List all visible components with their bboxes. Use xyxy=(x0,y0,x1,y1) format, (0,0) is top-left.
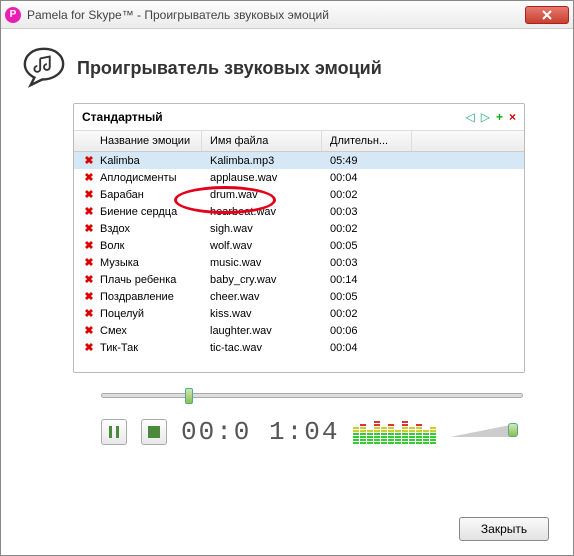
stop-button[interactable] xyxy=(141,419,167,445)
sound-list-panel: Стандартный ◁ ▷ + × Название эмоции Имя … xyxy=(73,103,525,373)
cell-duration: 00:05 xyxy=(330,240,410,252)
cell-name: Плачь ребенка xyxy=(100,274,210,286)
delete-icon[interactable]: ✖ xyxy=(82,154,96,167)
delete-icon[interactable]: ✖ xyxy=(82,256,96,269)
cell-file: sigh.wav xyxy=(210,223,330,235)
window-close-button[interactable] xyxy=(525,6,569,24)
cell-duration: 00:04 xyxy=(330,172,410,184)
cell-file: hearbeat.wav xyxy=(210,206,330,218)
page-title: Проигрыватель звуковых эмоций xyxy=(77,58,382,79)
time-display: 00:0 1:04 xyxy=(181,417,339,447)
column-duration[interactable]: Длительн... xyxy=(322,131,412,151)
cell-name: Музыка xyxy=(100,257,210,269)
table-row[interactable]: ✖ Волкwolf.wav00:05 xyxy=(74,237,524,254)
cell-file: wolf.wav xyxy=(210,240,330,252)
cell-file: tic-tac.wav xyxy=(210,342,330,354)
table-row[interactable]: ✖ Смехlaughter.wav00:06 xyxy=(74,322,524,339)
delete-icon[interactable]: ✖ xyxy=(82,239,96,252)
add-button[interactable]: + xyxy=(496,110,503,124)
column-name[interactable]: Название эмоции xyxy=(74,131,202,151)
cell-duration: 00:03 xyxy=(330,206,410,218)
cell-name: Аплодисменты xyxy=(100,172,210,184)
equalizer xyxy=(353,420,436,444)
delete-icon[interactable]: ✖ xyxy=(82,188,96,201)
cell-name: Вздох xyxy=(100,223,210,235)
cell-name: Биение сердца xyxy=(100,206,210,218)
cell-file: applause.wav xyxy=(210,172,330,184)
pause-button[interactable] xyxy=(101,419,127,445)
table-row[interactable]: ✖ Поцелуйkiss.wav00:02 xyxy=(74,305,524,322)
remove-button[interactable]: × xyxy=(509,110,516,124)
close-icon xyxy=(542,10,552,20)
cell-duration: 00:14 xyxy=(330,274,410,286)
footer: Закрыть xyxy=(459,517,549,541)
player-controls: 00:0 1:04 xyxy=(101,417,553,447)
column-file[interactable]: Имя файла xyxy=(202,131,322,151)
delete-icon[interactable]: ✖ xyxy=(82,341,96,354)
tab-name: Стандартный xyxy=(82,110,466,124)
next-arrow-icon[interactable]: ▷ xyxy=(481,110,490,124)
delete-icon[interactable]: ✖ xyxy=(82,222,96,235)
header: Проигрыватель звуковых эмоций xyxy=(21,45,553,91)
cell-name: Тик-Так xyxy=(100,342,210,354)
cell-file: music.wav xyxy=(210,257,330,269)
cell-duration: 00:02 xyxy=(330,308,410,320)
cell-duration: 05:49 xyxy=(330,155,410,167)
panel-toolbar: Стандартный ◁ ▷ + × xyxy=(74,104,524,131)
delete-icon[interactable]: ✖ xyxy=(82,273,96,286)
volume-slider[interactable] xyxy=(450,425,520,439)
volume-thumb[interactable] xyxy=(508,423,518,437)
cell-name: Смех xyxy=(100,325,210,337)
app-window: P Pamela for Skype™ - Проигрыватель звук… xyxy=(0,0,574,556)
table-row[interactable]: ✖ Аплодисментыapplause.wav00:04 xyxy=(74,169,524,186)
cell-duration: 00:06 xyxy=(330,325,410,337)
close-button[interactable]: Закрыть xyxy=(459,517,549,541)
delete-icon[interactable]: ✖ xyxy=(82,307,96,320)
cell-duration: 00:05 xyxy=(330,291,410,303)
app-icon: P xyxy=(5,7,21,23)
delete-icon[interactable]: ✖ xyxy=(82,171,96,184)
table: Название эмоции Имя файла Длительн... ✖ K… xyxy=(74,131,524,372)
progress-slider[interactable] xyxy=(101,393,523,407)
cell-duration: 00:04 xyxy=(330,342,410,354)
cell-name: Поцелуй xyxy=(100,308,210,320)
cell-file: kiss.wav xyxy=(210,308,330,320)
stop-icon xyxy=(148,426,160,438)
titlebar[interactable]: P Pamela for Skype™ - Проигрыватель звук… xyxy=(1,1,573,29)
delete-icon[interactable]: ✖ xyxy=(82,290,96,303)
slider-thumb[interactable] xyxy=(185,388,193,404)
table-header: Название эмоции Имя файла Длительн... xyxy=(74,131,524,152)
table-row[interactable]: ✖ Плачь ребенкаbaby_cry.wav00:14 xyxy=(74,271,524,288)
cell-name: Kalimba xyxy=(100,155,210,167)
cell-file: laughter.wav xyxy=(210,325,330,337)
cell-duration: 00:02 xyxy=(330,223,410,235)
pause-icon xyxy=(109,426,119,438)
window-title: Pamela for Skype™ - Проигрыватель звуков… xyxy=(27,8,525,22)
cell-name: Барабан xyxy=(100,189,210,201)
volume-track xyxy=(450,425,510,437)
music-bubble-icon xyxy=(21,45,67,91)
table-row[interactable]: ✖ Музыкаmusic.wav00:03 xyxy=(74,254,524,271)
cell-name: Поздравление xyxy=(100,291,210,303)
table-row[interactable]: ✖ KalimbaKalimba.mp305:49 xyxy=(74,152,524,169)
content-area: Проигрыватель звуковых эмоций Стандартны… xyxy=(1,29,573,459)
table-row[interactable]: ✖ Вздохsigh.wav00:02 xyxy=(74,220,524,237)
cell-file: cheer.wav xyxy=(210,291,330,303)
cell-file: Kalimba.mp3 xyxy=(210,155,330,167)
table-row[interactable]: ✖ Тик-Такtic-tac.wav00:04 xyxy=(74,339,524,356)
cell-file: drum.wav xyxy=(210,189,330,201)
delete-icon[interactable]: ✖ xyxy=(82,205,96,218)
table-row[interactable]: ✖ Поздравлениеcheer.wav00:05 xyxy=(74,288,524,305)
delete-icon[interactable]: ✖ xyxy=(82,324,96,337)
cell-duration: 00:03 xyxy=(330,257,410,269)
table-row[interactable]: ✖ Биение сердцаhearbeat.wav00:03 xyxy=(74,203,524,220)
table-row[interactable]: ✖ Барабанdrum.wav00:02 xyxy=(74,186,524,203)
cell-name: Волк xyxy=(100,240,210,252)
prev-arrow-icon[interactable]: ◁ xyxy=(466,110,475,124)
cell-duration: 00:02 xyxy=(330,189,410,201)
cell-file: baby_cry.wav xyxy=(210,274,330,286)
slider-track xyxy=(101,393,523,398)
table-body[interactable]: ✖ KalimbaKalimba.mp305:49 ✖ Аплодисментыapp… xyxy=(74,152,524,372)
